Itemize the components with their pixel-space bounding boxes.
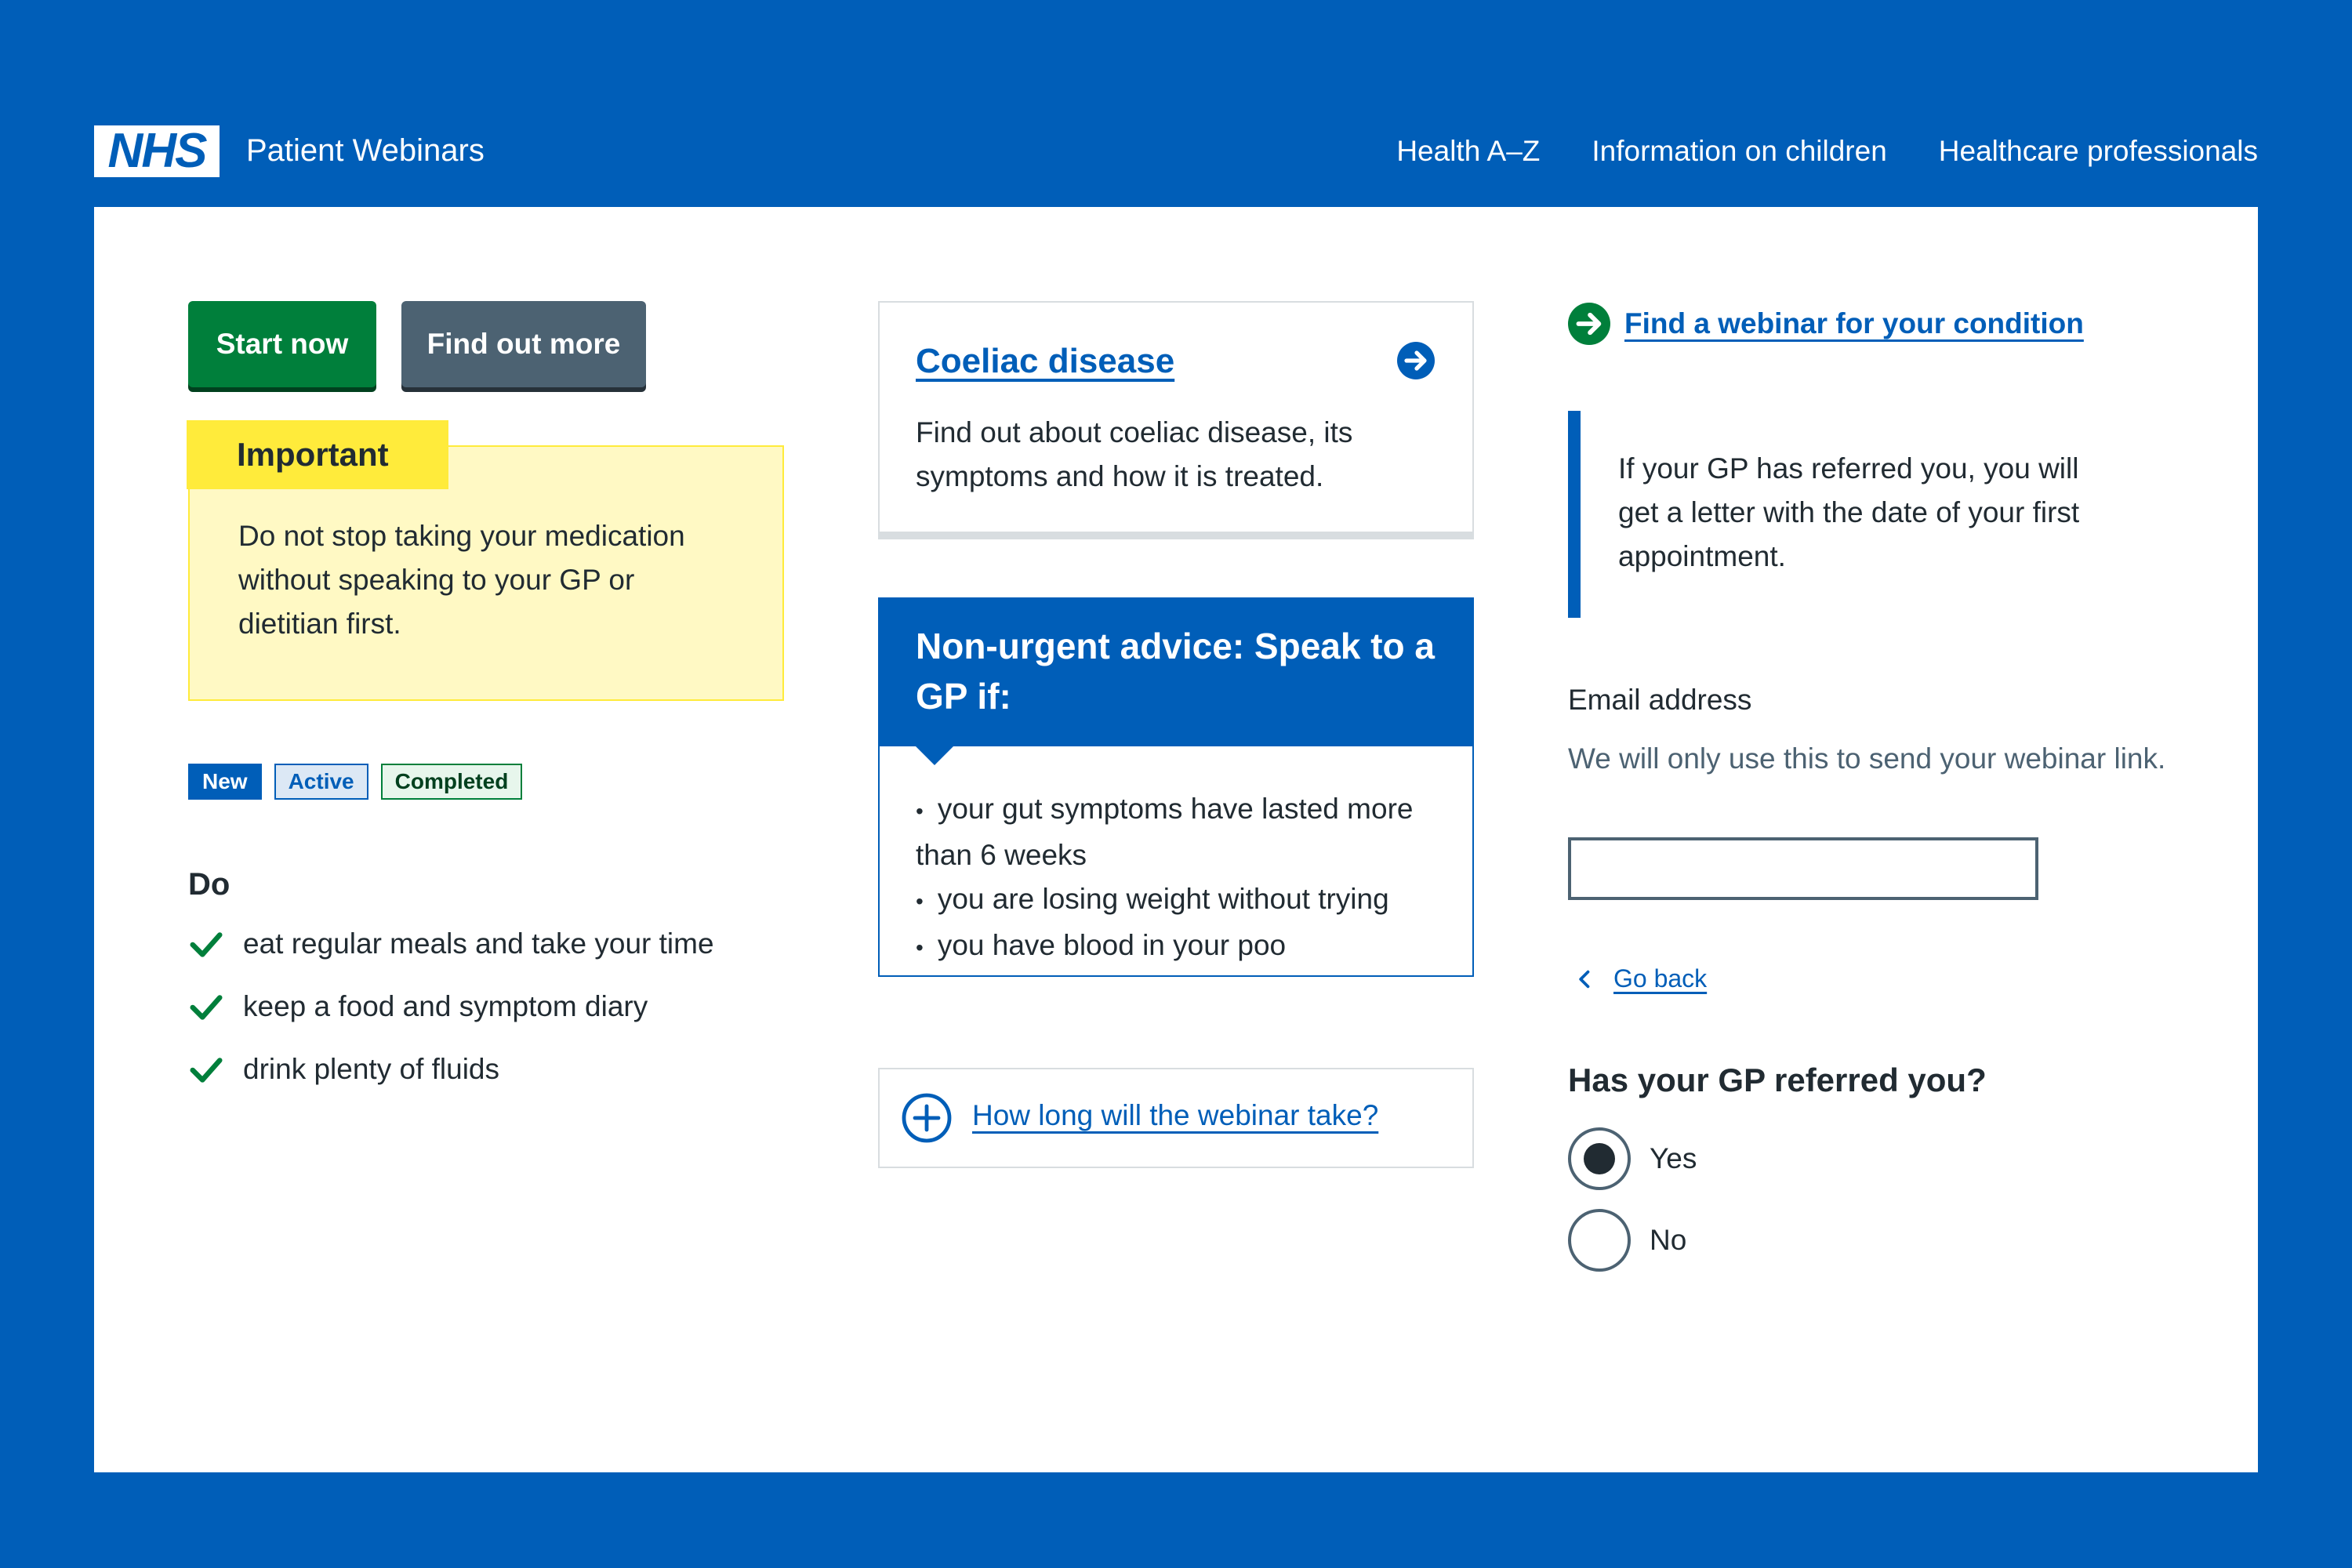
card-description: Find out about coeliac disease, its symp… — [916, 416, 1353, 492]
action-link-label[interactable]: Find a webinar for your condition — [1624, 307, 2084, 340]
warning-callout-text: Do not stop taking your medication witho… — [238, 520, 685, 640]
list-item: • you are losing weight without trying — [916, 877, 1449, 924]
tick-icon — [190, 932, 223, 957]
radio-button-no[interactable] — [1568, 1209, 1631, 1272]
tag-active: Active — [274, 764, 368, 800]
bullet-icon: • — [916, 889, 924, 913]
radio-option-yes[interactable]: Yes — [1568, 1127, 1697, 1190]
inset-text: If your GP has referred you, you will ge… — [1618, 452, 2080, 572]
arrow-right-circle-icon[interactable] — [1397, 342, 1435, 379]
service-name[interactable]: Patient Webinars — [246, 133, 485, 169]
nhs-logo[interactable]: NHS — [94, 125, 220, 177]
email-field-hint: We will only use this to send your webin… — [1568, 742, 2166, 775]
list-item-text: keep a food and symptom diary — [243, 990, 648, 1022]
bullet-icon: • — [916, 799, 924, 823]
tick-icon — [190, 995, 223, 1020]
brand[interactable]: NHS Patient Webinars — [94, 125, 485, 177]
list-item: • you have blood in your poo — [916, 924, 1449, 970]
email-field[interactable] — [1568, 837, 2038, 900]
chevron-left-icon[interactable] — [1574, 968, 1596, 990]
arrow-right-circle-icon[interactable] — [1568, 303, 1610, 345]
care-card-list: • your gut symptoms have lasted more than… — [916, 787, 1449, 970]
list-item-text: eat regular meals and take your time — [243, 927, 714, 960]
list-item-text: drink plenty of fluids — [243, 1053, 500, 1085]
do-list-heading: Do — [188, 867, 230, 902]
details-summary-link[interactable]: How long will the webinar take? — [972, 1099, 1378, 1132]
start-now-button[interactable]: Start now — [188, 301, 376, 387]
referral-question: Has your GP referred you? — [1568, 1062, 1987, 1098]
list-item-text: you are losing weight without trying — [937, 883, 1389, 915]
back-link-label[interactable]: Go back — [1613, 964, 1707, 993]
list-item: eat regular meals and take your time — [188, 913, 831, 975]
radio-option-no[interactable]: No — [1568, 1209, 1686, 1272]
nav-link-health-a-z[interactable]: Health A–Z — [1396, 135, 1540, 168]
plus-circle-icon[interactable] — [902, 1093, 952, 1143]
list-item: • your gut symptoms have lasted more than… — [916, 787, 1449, 877]
radio-button-yes[interactable] — [1568, 1127, 1631, 1190]
list-item: drink plenty of fluids — [188, 1038, 831, 1101]
tag-group: New Active Completed — [188, 764, 523, 800]
tag-new: New — [188, 764, 262, 800]
radio-label-yes[interactable]: Yes — [1650, 1142, 1697, 1175]
nav-link-healthcare-professionals[interactable]: Healthcare professionals — [1939, 135, 2258, 168]
list-item-text: your gut symptoms have lasted more than … — [916, 793, 1414, 871]
find-out-more-button[interactable]: Find out more — [401, 301, 646, 387]
email-field-label: Email address — [1568, 684, 1752, 716]
warning-callout-label: Important — [187, 420, 448, 489]
care-card-heading: Non-urgent advice: Speak to a GP if: — [878, 597, 1474, 746]
main-panel: Start now Find out more Important Do not… — [94, 207, 2258, 1472]
tick-icon — [190, 1058, 223, 1083]
tag-completed: Completed — [380, 764, 523, 800]
bullet-icon: • — [916, 935, 924, 960]
primary-navigation: Health A–Z Information on children Healt… — [1396, 135, 2258, 168]
list-item: keep a food and symptom diary — [188, 975, 831, 1038]
list-item-text: you have blood in your poo — [937, 929, 1287, 961]
radio-selected-dot — [1584, 1143, 1615, 1174]
do-list: eat regular meals and take your time kee… — [188, 913, 831, 1101]
action-link[interactable]: Find a webinar for your condition — [1568, 303, 2084, 345]
radio-label-no[interactable]: No — [1650, 1224, 1686, 1257]
back-link[interactable]: Go back — [1574, 964, 1707, 993]
site-header: NHS Patient Webinars Health A–Z Informat… — [94, 118, 2258, 184]
card-title-link[interactable]: Coeliac disease — [916, 342, 1174, 381]
nav-link-information-on-children[interactable]: Information on children — [1592, 135, 1886, 168]
